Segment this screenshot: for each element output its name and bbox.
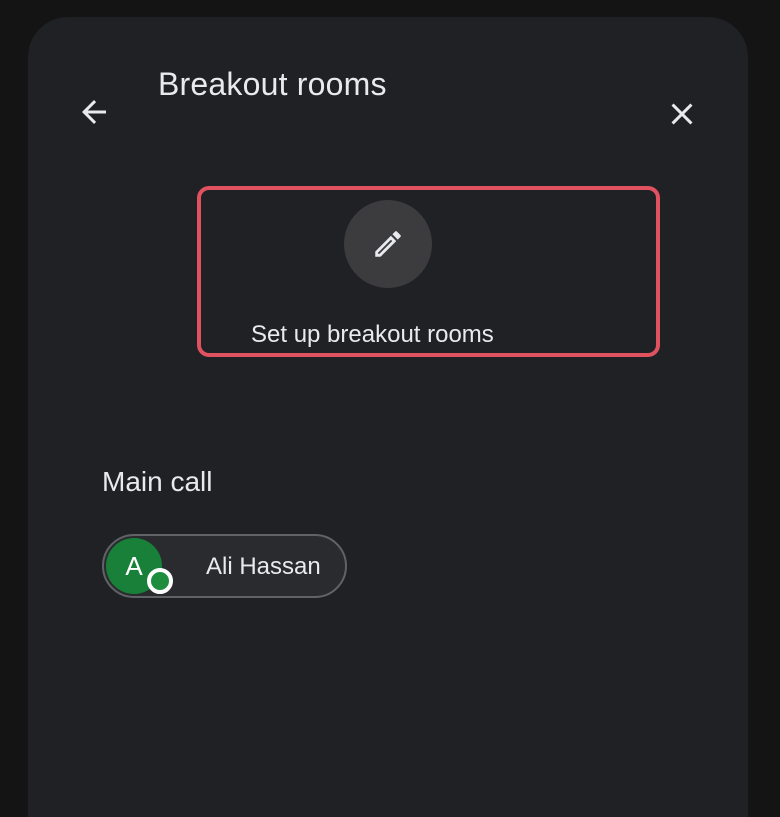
back-button[interactable] xyxy=(66,84,122,140)
page-title: Breakout rooms xyxy=(158,66,387,102)
arrow-back-icon xyxy=(82,100,106,124)
participant-chip[interactable]: A Ali Hassan xyxy=(102,534,347,598)
close-button[interactable] xyxy=(652,84,712,144)
avatar-initial: A xyxy=(125,550,143,581)
close-icon xyxy=(671,103,693,125)
online-status-icon xyxy=(147,568,173,594)
setup-breakout-rooms-label: Set up breakout rooms xyxy=(251,321,494,348)
participant-name: Ali Hassan xyxy=(206,553,321,580)
edit-button[interactable] xyxy=(344,200,432,288)
breakout-rooms-panel xyxy=(28,17,748,817)
pencil-icon xyxy=(375,231,401,257)
main-call-title: Main call xyxy=(102,466,213,497)
